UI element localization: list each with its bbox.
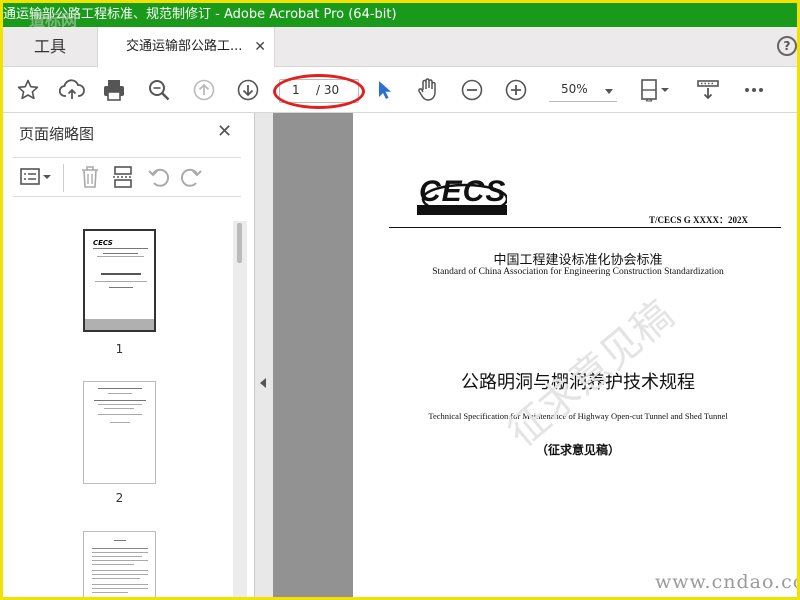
chevron-down-icon <box>605 89 613 94</box>
thumb-line <box>103 253 138 254</box>
next-page-icon[interactable] <box>233 75 263 105</box>
cloud-upload-icon[interactable] <box>57 75 87 105</box>
zoom-in-icon[interactable] <box>501 75 531 105</box>
tab-document-label: 交通运输部公路工... <box>126 39 243 54</box>
hand-tool-icon[interactable] <box>413 75 443 105</box>
app-frame: 通运输部公路工程标准、规范制修订 - Adobe Acrobat Pro (64… <box>0 0 800 600</box>
thumb-line <box>92 548 148 549</box>
thumb-line <box>104 408 134 409</box>
thumb-line <box>92 588 148 589</box>
read-mode-icon[interactable] <box>693 75 723 105</box>
rotate-left-icon[interactable] <box>147 165 171 193</box>
thumb-line <box>92 584 148 585</box>
thumb-line <box>109 287 133 288</box>
zoom-select[interactable]: 50% <box>549 80 617 102</box>
tab-close-icon[interactable]: ✕ <box>254 27 266 67</box>
thumb-line <box>92 592 128 593</box>
thumb-logo: CECS <box>93 239 113 247</box>
insert-page-icon[interactable] <box>111 165 135 193</box>
thumbnail-label: 2 <box>115 491 124 505</box>
thumb-line <box>110 422 130 423</box>
delete-page-icon[interactable] <box>79 165 101 193</box>
document-page: CECS T/CECS G XXXX：202X 中国工程建设标准化协会标准 St… <box>353 113 797 597</box>
zoom-out-icon[interactable] <box>457 75 487 105</box>
thumb-line <box>95 281 147 282</box>
window-titlebar: 通运输部公路工程标准、规范制修订 - Adobe Acrobat Pro (64… <box>3 3 797 27</box>
bookmark-star-icon[interactable] <box>13 75 43 105</box>
page-thumbnail-1[interactable]: CECS <box>83 229 156 332</box>
thumbnails-panel: 页面缩略图 ✕ CECS 1 2 <box>3 113 255 597</box>
panel-close-icon[interactable]: ✕ <box>217 121 232 142</box>
divider <box>63 164 64 192</box>
help-icon[interactable]: ? <box>777 36 797 56</box>
thumb-line <box>98 404 142 405</box>
draft-label: （征求意见稿） <box>535 443 620 457</box>
thumb-line <box>92 552 148 553</box>
thumbnail-label: 1 <box>115 342 124 356</box>
scrollbar-thumb[interactable] <box>237 223 242 263</box>
thumbnail-options-icon[interactable] <box>19 166 53 192</box>
select-cursor-icon[interactable] <box>369 75 399 105</box>
thumb-line <box>98 388 142 389</box>
org-name-en: Standard of China Association for Engine… <box>432 267 724 277</box>
thumb-line <box>97 256 144 257</box>
page-fit-icon[interactable] <box>637 75 677 105</box>
site-watermark: www.cndao.com <box>655 571 797 593</box>
thumb-line <box>92 570 148 571</box>
thumb-line <box>92 564 134 565</box>
org-name-cn: 中国工程建设标准化协会标准 <box>493 253 663 268</box>
find-icon[interactable] <box>144 75 174 105</box>
thumbnail-scrollbar[interactable] <box>233 221 247 597</box>
thumb-line <box>98 414 142 415</box>
tab-bar: 工具 交通运输部公路工... ✕ ? <box>3 27 797 68</box>
thumb-line <box>92 578 140 579</box>
annotation-oval <box>273 74 365 109</box>
panel-collapse-bar[interactable] <box>255 113 273 597</box>
main-toolbar: 1 / 30 50% <box>3 67 797 113</box>
tab-document[interactable]: 交通运输部公路工... ✕ <box>97 27 275 68</box>
thumb-line <box>114 540 126 541</box>
thumb-line <box>94 400 146 401</box>
page-thumbnail-2[interactable] <box>83 381 156 484</box>
thumb-line <box>92 574 148 575</box>
header-rule <box>389 227 781 228</box>
standard-number: T/CECS G XXXX：202X <box>649 215 749 225</box>
print-icon[interactable] <box>99 75 129 105</box>
thumb-line <box>101 273 141 275</box>
thumb-line <box>92 556 142 557</box>
previous-page-icon[interactable] <box>189 75 219 105</box>
thumb-footer <box>85 319 154 330</box>
thumb-line <box>93 248 148 249</box>
zoom-value: 50% <box>561 82 588 96</box>
page-thumbnail-3[interactable] <box>83 531 156 597</box>
panel-title: 页面缩略图 <box>19 125 95 143</box>
more-options-icon[interactable] <box>739 75 769 105</box>
panel-toolbar <box>13 157 241 197</box>
thumb-line <box>92 560 148 561</box>
collapse-arrow-icon[interactable] <box>260 378 266 388</box>
tab-tools[interactable]: 工具 <box>3 27 97 67</box>
thumb-line <box>108 393 132 394</box>
rotate-right-icon[interactable] <box>179 165 203 193</box>
document-viewport[interactable]: CECS T/CECS G XXXX：202X 中国工程建设标准化协会标准 St… <box>273 113 797 597</box>
cecs-logo-text: CECS <box>419 175 507 208</box>
